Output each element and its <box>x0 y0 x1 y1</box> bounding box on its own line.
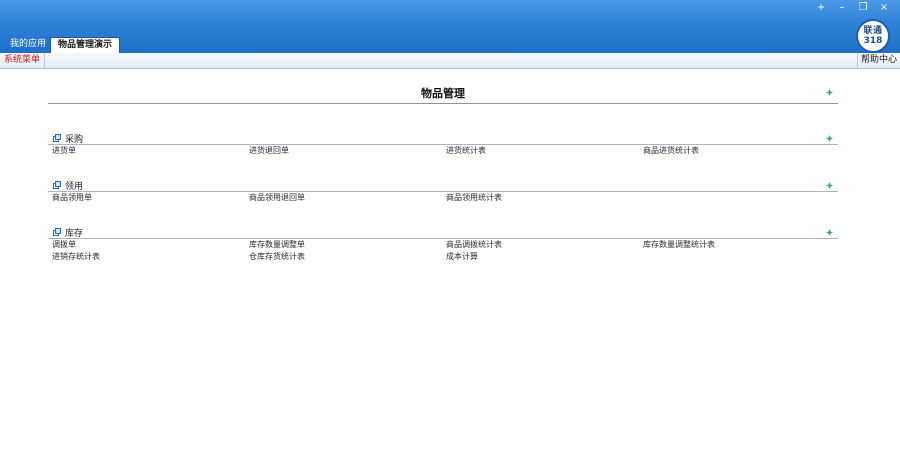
system-menu-button[interactable]: 系统菜单 <box>0 53 46 68</box>
section-items: 进货单 进货退回单 进货统计表 商品进货统计表 <box>48 145 838 157</box>
expand-diamond-icon[interactable] <box>826 135 833 142</box>
section-title: 库存 <box>65 229 84 239</box>
window-icon <box>53 181 61 189</box>
link-purchase-return[interactable]: 进货退回单 <box>245 145 442 157</box>
close-icon[interactable]: × <box>874 1 894 15</box>
link-inout-stock-stats[interactable]: 进销存统计表 <box>48 251 245 263</box>
section-header: 领用 <box>48 178 838 192</box>
section-requisition: 领用 商品领用单 商品领用退回单 商品领用统计表 <box>48 178 838 204</box>
link-stock-adjust-order[interactable]: 库存数量调整单 <box>245 239 442 251</box>
expand-diamond-icon[interactable] <box>826 89 833 96</box>
expand-diamond-icon[interactable] <box>826 229 833 236</box>
page-header: 物品管理 <box>48 80 838 104</box>
brand-logo: 联通 318 <box>856 19 890 53</box>
tab-item-management-demo[interactable]: 物品管理演示 <box>50 37 121 53</box>
link-requisition-order[interactable]: 商品领用单 <box>48 192 245 204</box>
section-items: 商品领用单 商品领用退回单 商品领用统计表 <box>48 192 838 204</box>
link-requisition-stats[interactable]: 商品领用统计表 <box>442 192 639 204</box>
section-purchase: 采购 进货单 进货退回单 进货统计表 商品进货统计表 <box>48 131 838 157</box>
tab-my-apps[interactable]: 我的应用 <box>3 37 53 53</box>
window-icon <box>53 134 61 142</box>
logo-text-top: 联通 <box>863 25 883 36</box>
section-inventory: 库存 调拨单 库存数量调整单 商品调拨统计表 库存数量调整统计表 进销存统计表 … <box>48 225 838 263</box>
link-cost-calculation[interactable]: 成本计算 <box>442 251 639 263</box>
link-purchase-stats[interactable]: 进货统计表 <box>442 145 639 157</box>
minimize-icon[interactable]: – <box>832 1 852 15</box>
page-title: 物品管理 <box>421 87 465 100</box>
section-header: 库存 <box>48 225 838 239</box>
section-items: 调拨单 库存数量调整单 商品调拨统计表 库存数量调整统计表 进销存统计表 仓库存… <box>48 239 838 263</box>
link-transfer-order[interactable]: 调拨单 <box>48 239 245 251</box>
section-title: 领用 <box>65 182 84 192</box>
window-controls: + – ❐ × <box>810 1 894 15</box>
menu-bar: 系统菜单 帮助中心 <box>0 53 900 69</box>
link-purchase-order[interactable]: 进货单 <box>48 145 245 157</box>
link-product-purchase-stats[interactable]: 商品进货统计表 <box>639 145 836 157</box>
add-window-icon[interactable]: + <box>811 1 831 15</box>
app-titlebar: + – ❐ × 联通 318 我的应用 物品管理演示 <box>0 0 900 53</box>
main-content: 物品管理 采购 进货单 进货退回单 进货统计表 商品进货统计表 领用 商品领用单… <box>48 80 838 263</box>
link-transfer-stats[interactable]: 商品调拨统计表 <box>442 239 639 251</box>
expand-diamond-icon[interactable] <box>826 182 833 189</box>
link-warehouse-stock-stats[interactable]: 仓库存货统计表 <box>245 251 442 263</box>
link-stock-adjust-stats[interactable]: 库存数量调整统计表 <box>639 239 836 251</box>
restore-icon[interactable]: ❐ <box>853 1 873 15</box>
help-center-button[interactable]: 帮助中心 <box>856 53 900 68</box>
link-requisition-return[interactable]: 商品领用退回单 <box>245 192 442 204</box>
section-title: 采购 <box>65 135 84 145</box>
section-header: 采购 <box>48 131 838 145</box>
window-icon <box>53 228 61 236</box>
logo-text-bottom: 318 <box>863 35 883 46</box>
